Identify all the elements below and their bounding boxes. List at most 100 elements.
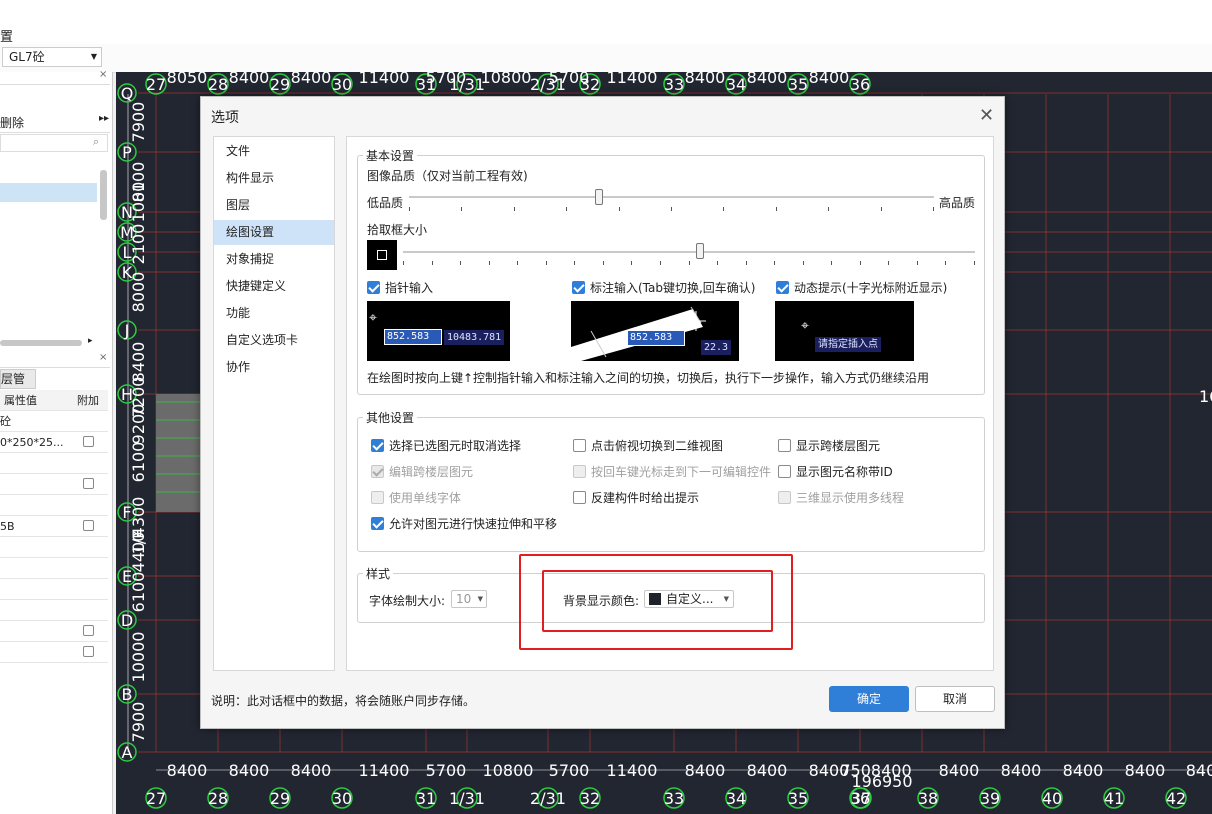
nav-item-component-display[interactable]: 构件显示 [214, 166, 334, 191]
axis-label-bottom: 34 [726, 789, 746, 808]
ribbon: 置 [0, 0, 1212, 45]
nav-item-custom-tabs[interactable]: 自定义选项卡 [214, 328, 334, 353]
axis-label-left: J [124, 321, 130, 340]
dimension-label-top: 8400 [291, 72, 332, 87]
nav-item-functions[interactable]: 功能 [214, 301, 334, 326]
table-row[interactable] [0, 537, 108, 558]
slider-tick [717, 261, 718, 265]
nav-item-layers[interactable]: 图层 [214, 193, 334, 218]
delete-button[interactable]: 删除 [0, 114, 24, 131]
dimension-label-bottom: 840 [1186, 761, 1212, 780]
axis-label-bottom: 29 [270, 789, 290, 808]
property-table-header: 属性值 附加 [0, 390, 108, 411]
table-row[interactable] [0, 558, 108, 579]
dimension-label-left: 7900 [129, 102, 148, 143]
checkbox-label: 标注输入(Tab键切换,回车确认) [590, 281, 756, 295]
nav-item-collaboration[interactable]: 协作 [214, 355, 334, 380]
dimension-label-bottom: 8400 [747, 761, 788, 780]
table-row[interactable] [0, 642, 108, 663]
input-switch-note: 在绘图时按向上键↑控制指针输入和标注输入之间的切换，切换后，执行下一步操作，输入… [367, 371, 930, 385]
horizontal-scrollbar[interactable] [0, 340, 82, 346]
pointer-input-checkbox[interactable]: 指针输入 [367, 279, 433, 296]
row-checkbox[interactable] [83, 520, 94, 531]
table-row[interactable]: 砼 [0, 411, 108, 432]
axis-label-bottom: 37 [851, 789, 871, 808]
row-checkbox[interactable] [83, 478, 94, 489]
pick-box-slider[interactable] [403, 243, 975, 273]
dimension-label-bottom: 8400 [229, 761, 270, 780]
axis-label-bottom: 38 [918, 789, 938, 808]
axis-label-top: 33 [664, 75, 684, 94]
slider-tick [546, 261, 547, 265]
dimension-label-bottom: 11400 [607, 761, 658, 780]
close-icon[interactable]: × [99, 352, 107, 363]
dimension-label-left: 1000 [129, 182, 148, 223]
option-show-name-id[interactable]: 显示图元名称带ID [778, 463, 893, 480]
slider-thumb[interactable] [595, 189, 603, 205]
dimension-label-left: 8400 [129, 342, 148, 383]
nav-item-file[interactable]: 文件 [214, 139, 334, 164]
close-icon[interactable]: ✕ [979, 105, 994, 126]
axis-label-bottom: 40 [1042, 789, 1062, 808]
image-quality-slider[interactable] [409, 189, 934, 219]
dynamic-hint-checkbox[interactable]: 动态提示(十字光标附近显示) [776, 279, 947, 296]
nav-item-object-snap[interactable]: 对象捕捉 [214, 247, 334, 272]
table-row[interactable]: 0*250*25... [0, 432, 108, 453]
row-checkbox[interactable] [83, 646, 94, 657]
slider-tick [460, 261, 461, 265]
checkbox-label: 显示图元名称带ID [796, 465, 893, 479]
annotation-highlight-inner [542, 570, 773, 632]
more-icon[interactable]: ▸▸ [99, 113, 109, 124]
table-row[interactable]: 5B [0, 516, 108, 537]
checkbox-label: 指针输入 [385, 281, 434, 295]
ok-button[interactable]: 确定 [829, 686, 909, 712]
table-row[interactable] [0, 474, 108, 495]
nav-item-shortcuts[interactable]: 快捷键定义 [214, 274, 334, 299]
option-topview-2d[interactable]: 点击俯视切换到二维视图 [573, 437, 723, 454]
dimension-input-checkbox[interactable]: 标注输入(Tab键切换,回车确认) [572, 279, 756, 296]
tab-layer-management[interactable]: 层管理 [0, 369, 36, 404]
slider-tick [574, 261, 575, 265]
high-quality-label: 高品质 [939, 196, 976, 210]
slider-tick [660, 261, 661, 265]
slider-tick [489, 261, 490, 265]
table-row[interactable] [0, 621, 108, 642]
option-quick-stretch[interactable]: 允许对图元进行快速拉伸和平移 [371, 515, 557, 532]
property-panel-header: × [0, 352, 110, 368]
selected-tree-row[interactable] [0, 183, 97, 202]
close-icon[interactable]: × [99, 69, 107, 80]
slider-thumb[interactable] [696, 243, 704, 259]
vertical-scrollbar[interactable] [100, 170, 107, 220]
checkbox-box [367, 281, 380, 294]
checkbox-box [778, 439, 791, 452]
axis-label-bottom: 35 [788, 789, 808, 808]
dimension-label-top: 8400 [747, 72, 788, 87]
row-checkbox[interactable] [83, 625, 94, 636]
option-show-cross-floor[interactable]: 显示跨楼层图元 [778, 437, 880, 454]
checkbox-box [371, 465, 384, 478]
option-deselect-selected[interactable]: 选择已选图元时取消选择 [371, 437, 521, 454]
dimension-label-bottom: 10800 [483, 761, 534, 780]
scroll-right-icon[interactable]: ▸ [88, 336, 93, 346]
slider-tick [517, 261, 518, 265]
panel-search-input[interactable]: ⌕ [0, 134, 108, 152]
dimension-label-top: 8400 [229, 72, 270, 87]
slider-tick [831, 261, 832, 265]
table-row[interactable] [0, 495, 108, 516]
dimension-input-preview: 852.583 22.3 [571, 301, 739, 361]
axis-label-left: B [122, 685, 133, 704]
menu-fragment[interactable]: 置 [0, 26, 13, 45]
table-row[interactable] [0, 453, 108, 474]
option-reverse-build-hint[interactable]: 反建构件时给出提示 [573, 489, 699, 506]
font-size-select[interactable]: 10 ▼ [451, 590, 487, 608]
table-row[interactable] [0, 600, 108, 621]
dimension-label-top: 8400 [685, 72, 726, 87]
cancel-button[interactable]: 取消 [915, 686, 995, 712]
floor-select[interactable]: GL7砼 ▼ [2, 47, 102, 67]
nav-item-drawing-settings[interactable]: 绘图设置 [214, 220, 334, 245]
crosshair-icon: ⌖ [369, 310, 377, 326]
axis-label-bottom: 2/31 [530, 789, 566, 808]
row-checkbox[interactable] [83, 436, 94, 447]
table-row[interactable] [0, 579, 108, 600]
axis-label-top: 34 [726, 75, 746, 94]
